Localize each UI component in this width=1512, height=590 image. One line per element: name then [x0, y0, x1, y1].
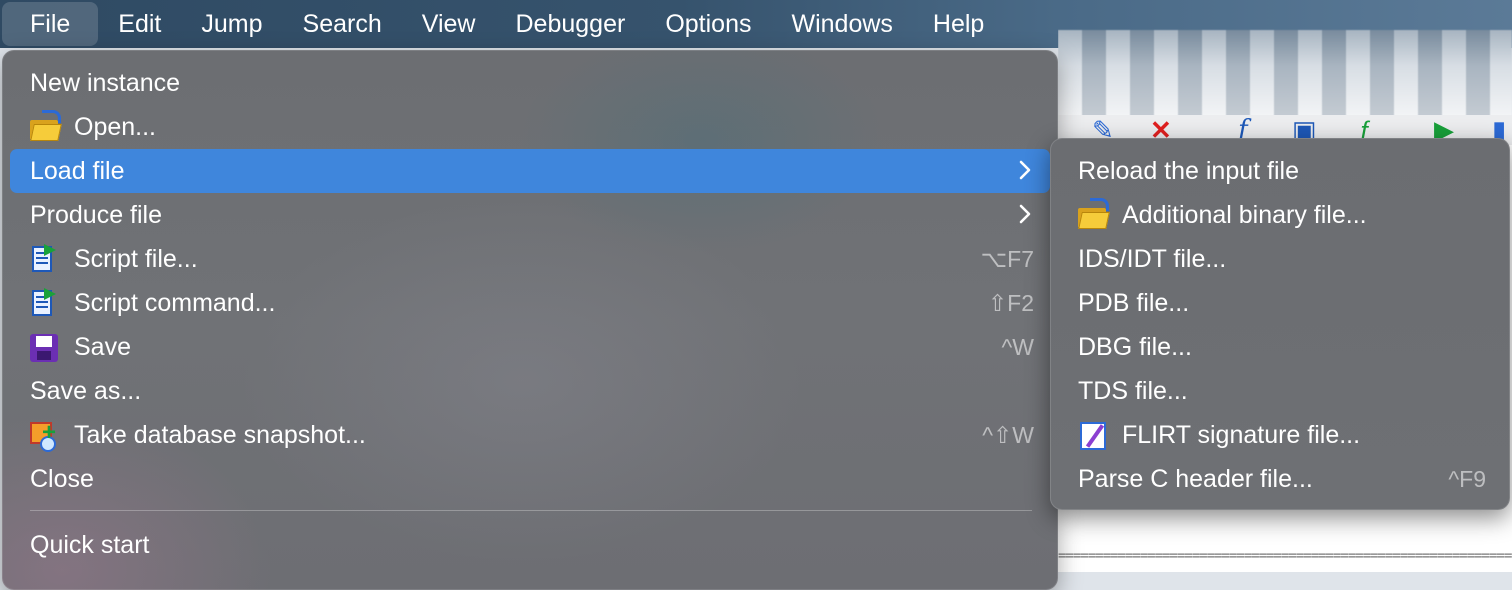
menu-jump[interactable]: Jump: [181, 2, 282, 46]
submenu-item-reload-input-file[interactable]: Reload the input file: [1058, 149, 1502, 193]
menu-item-label: TDS file...: [1078, 376, 1188, 405]
folder-open-icon: [1076, 198, 1110, 230]
submenu-item-pdb-file[interactable]: PDB file...: [1058, 281, 1502, 325]
menu-options[interactable]: Options: [645, 2, 771, 46]
menu-debugger[interactable]: Debugger: [496, 2, 646, 46]
menu-item-label: Reload the input file: [1078, 156, 1299, 185]
submenu-item-tds-file[interactable]: TDS file...: [1058, 369, 1502, 413]
menu-item-save[interactable]: Save ^W: [10, 325, 1050, 369]
chevron-right-icon: [1019, 204, 1031, 224]
menu-item-label: Load file: [30, 156, 125, 185]
file-menu: New instance Open... Load file Produce f…: [2, 50, 1058, 590]
menu-item-label: Produce file: [30, 200, 163, 229]
menu-item-script-file[interactable]: Script file... ⌥F7: [10, 237, 1050, 281]
menu-item-take-database-snapshot[interactable]: + Take database snapshot... ^⇧W: [10, 413, 1050, 457]
menu-item-open[interactable]: Open...: [10, 105, 1050, 149]
menu-item-close[interactable]: Close: [10, 457, 1050, 501]
menu-windows[interactable]: Windows: [771, 2, 912, 46]
menu-item-quick-start[interactable]: Quick start: [10, 523, 1050, 567]
menu-item-label: Save as...: [30, 376, 142, 405]
menu-edit[interactable]: Edit: [98, 2, 181, 46]
menu-item-label: FLIRT signature file...: [1122, 420, 1361, 449]
menu-item-label: DBG file...: [1078, 332, 1192, 361]
submenu-item-additional-binary-file[interactable]: Additional binary file...: [1058, 193, 1502, 237]
menu-item-label: Save: [74, 332, 131, 361]
snapshot-icon: +: [28, 420, 60, 452]
menu-item-label: Parse C header file...: [1078, 464, 1313, 493]
menu-item-label: Additional binary file...: [1122, 200, 1367, 229]
menu-item-label: Quick start: [30, 530, 150, 559]
divider-line: ========================================…: [1058, 548, 1512, 560]
menu-item-script-command[interactable]: Script command... ⇧F2: [10, 281, 1050, 325]
menu-item-load-file[interactable]: Load file: [10, 149, 1050, 193]
load-file-submenu: Reload the input file Additional binary …: [1050, 138, 1510, 510]
floppy-disk-icon: [28, 332, 60, 362]
blurred-window-region: [1058, 30, 1512, 120]
menu-file[interactable]: File: [2, 2, 99, 46]
menu-help[interactable]: Help: [913, 2, 1004, 46]
submenu-item-ids-idt-file[interactable]: IDS/IDT file...: [1058, 237, 1502, 281]
script-file-icon: [28, 244, 60, 274]
menu-item-label: Script file...: [74, 244, 198, 273]
menu-item-label: Script command...: [74, 288, 276, 317]
submenu-item-dbg-file[interactable]: DBG file...: [1058, 325, 1502, 369]
menu-separator: [30, 510, 1032, 511]
shortcut-label: ⌥F7: [980, 245, 1034, 272]
menu-item-new-instance[interactable]: New instance: [10, 61, 1050, 105]
shortcut-label: ^F9: [1448, 465, 1486, 492]
chevron-right-icon: [1019, 160, 1031, 180]
menu-item-produce-file[interactable]: Produce file: [10, 193, 1050, 237]
menu-item-save-as[interactable]: Save as...: [10, 369, 1050, 413]
shortcut-label: ^W: [1001, 333, 1034, 360]
menu-item-label: Close: [30, 464, 94, 493]
menu-search[interactable]: Search: [283, 2, 402, 46]
shortcut-label: ^⇧W: [982, 421, 1034, 448]
menu-item-label: IDS/IDT file...: [1078, 244, 1227, 273]
menu-item-label: PDB file...: [1078, 288, 1190, 317]
script-command-icon: [28, 288, 60, 318]
menu-item-label: New instance: [30, 68, 181, 97]
folder-open-icon: [28, 110, 62, 142]
shortcut-label: ⇧F2: [987, 289, 1034, 316]
menu-view[interactable]: View: [402, 2, 496, 46]
menu-item-label: Take database snapshot...: [74, 420, 366, 449]
flirt-signature-icon: [1076, 420, 1108, 450]
menu-item-label: Open...: [74, 112, 156, 141]
submenu-item-parse-c-header-file[interactable]: Parse C header file... ^F9: [1058, 457, 1502, 501]
submenu-item-flirt-signature-file[interactable]: FLIRT signature file...: [1058, 413, 1502, 457]
